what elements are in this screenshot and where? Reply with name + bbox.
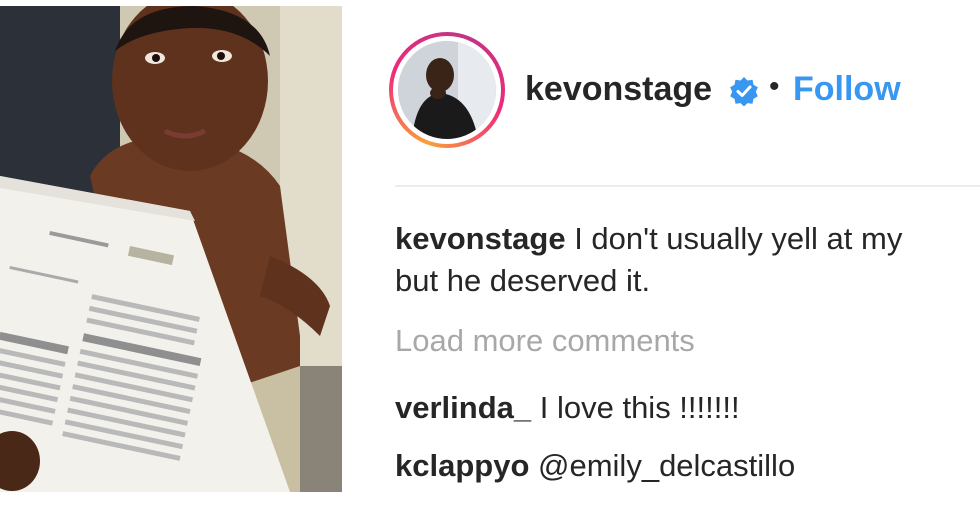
load-more-comments-button[interactable]: Load more comments <box>395 323 695 359</box>
verified-badge-icon <box>730 77 758 106</box>
caption-username[interactable]: kevonstage <box>395 221 566 256</box>
avatar-image <box>398 41 496 139</box>
comment-username[interactable]: kclappyo <box>395 448 529 483</box>
author-username[interactable]: kevonstage <box>525 70 712 109</box>
post-panel: kevonstage • Follow kevonstage I don't u… <box>389 0 980 510</box>
comment-text[interactable]: @emily_delcastillo <box>538 448 795 483</box>
photo-illustration <box>0 6 342 492</box>
comment: kclappyo @emily_delcastillo <box>395 448 795 484</box>
story-ring[interactable] <box>389 32 505 148</box>
post-caption: kevonstage I don't usually yell at my bu… <box>395 218 980 302</box>
post-header: kevonstage • Follow <box>389 32 980 150</box>
caption-text-line1: I don't usually yell at my <box>574 221 903 256</box>
comment-text: I love this !!!!!!! <box>539 390 740 425</box>
follow-button[interactable]: Follow <box>793 70 901 109</box>
header-divider <box>395 185 980 187</box>
post-photo[interactable] <box>0 6 342 492</box>
comment-username[interactable]: verlinda_ <box>395 390 531 425</box>
caption-text-line2: but he deserved it. <box>395 263 651 298</box>
separator-dot: • <box>769 70 780 103</box>
comment: verlinda_ I love this !!!!!!! <box>395 390 740 426</box>
avatar[interactable] <box>398 41 496 139</box>
